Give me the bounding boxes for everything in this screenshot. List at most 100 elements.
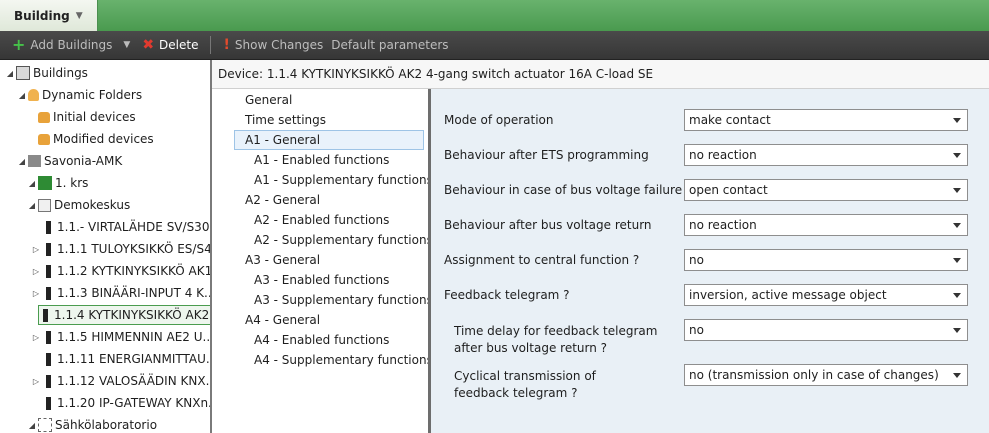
plus-icon: + (12, 35, 26, 54)
param-nav-item[interactable]: A4 - Enabled functions (254, 330, 389, 350)
param-nav-item[interactable]: A1 - Enabled functions (254, 150, 389, 170)
param-select[interactable]: make contact (684, 109, 968, 131)
tree-node[interactable]: Modified devices (26, 129, 154, 149)
param-select[interactable]: no reaction (684, 144, 968, 166)
param-label: Mode of operation (444, 113, 554, 127)
expanded-arrow-icon[interactable]: ◢ (4, 69, 16, 78)
parameter-panel: Mode of operation make contact Behaviour a… (431, 89, 989, 433)
dropdown-arrow-icon (953, 223, 961, 228)
param-nav-label: A4 - Supplementary functions (254, 353, 433, 367)
tree-node-label: 1.1.20 IP-GATEWAY KNXn... (57, 396, 212, 410)
collapsed-arrow-icon[interactable]: ▷ (30, 245, 42, 254)
param-nav-item[interactable]: A1 - General (234, 130, 424, 150)
tree-node[interactable]: Initial devices (26, 107, 136, 127)
tree-node[interactable]: 1.1.20 IP-GATEWAY KNXn... (30, 393, 212, 413)
param-select[interactable]: no (transmission only in case of changes… (684, 364, 968, 386)
folder-icon (38, 111, 50, 123)
param-nav-item[interactable]: A4 - General (245, 310, 320, 330)
dropdown-arrow-icon (953, 188, 961, 193)
param-nav-item[interactable]: A3 - Enabled functions (254, 270, 389, 290)
param-select[interactable]: inversion, active message object (684, 284, 968, 306)
collapsed-arrow-icon[interactable]: ▷ (30, 267, 42, 276)
tree-node-label: 1.1.1 TULOYKSIKKÖ ES/S4... (57, 242, 212, 256)
param-nav-item[interactable]: A3 - Supplementary functions (254, 290, 433, 310)
param-select[interactable]: no (684, 319, 968, 341)
room-icon (38, 198, 51, 212)
tree-node[interactable]: ◢ 1. krs (26, 173, 88, 193)
tree-node[interactable]: 1.1.- VIRTALÄHDE SV/S30... (30, 217, 210, 237)
param-nav-item[interactable]: A2 - Enabled functions (254, 210, 389, 230)
tree-node[interactable]: ▷ 1.1.2 KYTKINYKSIKKÖ AK1... (30, 261, 210, 281)
add-buildings-button[interactable]: + Add Buildings ▼ (12, 37, 130, 53)
tree-node[interactable]: ▷ 1.1.3 BINÄÄRI-INPUT 4 K... (30, 283, 210, 303)
param-label: Behaviour after ETS programming (444, 148, 649, 162)
tree-node[interactable]: ▷ 1.1.12 VALOSÄÄDIN KNX... (30, 371, 210, 391)
tree-node[interactable]: ◢ Dynamic Folders (16, 85, 142, 105)
toolbar: + Add Buildings ▼ ✖ Delete ! Show Change… (0, 31, 989, 60)
param-select-value: make contact (689, 113, 771, 127)
building-menu-button[interactable]: Building ▼ (0, 0, 98, 31)
param-nav-label: A1 - Enabled functions (254, 153, 390, 167)
device-icon (46, 374, 51, 388)
dropdown-arrow-icon (953, 258, 961, 263)
tree-node-label: Initial devices (53, 110, 136, 124)
param-nav-item[interactable]: A1 - Supplementary functions (254, 170, 433, 190)
add-buildings-label: Add Buildings (30, 38, 113, 52)
param-nav-item[interactable]: A4 - Supplementary functions (254, 350, 433, 370)
chevron-down-icon[interactable]: ▼ (123, 40, 130, 50)
tree-node[interactable]: ◢ Demokeskus (26, 195, 130, 215)
delete-button[interactable]: ✖ Delete (142, 37, 198, 53)
delete-label: Delete (159, 38, 199, 52)
building-tree: ◢ Buildings ◢ Dynamic Folders Initial device… (0, 60, 212, 433)
default-parameters-label: Default parameters (331, 38, 449, 52)
param-select-value: no reaction (689, 148, 757, 162)
param-nav-item[interactable]: A2 - Supplementary functions (254, 230, 433, 250)
floor-icon (38, 176, 52, 190)
show-changes-button[interactable]: ! Show Changes (223, 37, 323, 53)
expanded-arrow-icon[interactable]: ◢ (26, 179, 38, 188)
param-nav-label: A1 - General (245, 133, 321, 147)
dropdown-arrow-icon (953, 293, 961, 298)
expanded-arrow-icon[interactable]: ◢ (16, 157, 28, 166)
param-label: Behaviour after bus voltage return (444, 218, 652, 232)
tree-node[interactable]: ▷ 1.1.1 TULOYKSIKKÖ ES/S4... (30, 239, 212, 259)
device-header: Device: 1.1.4 KYTKINYKSIKKÖ AK2 4-gang s… (212, 60, 989, 89)
expanded-arrow-icon[interactable]: ◢ (26, 421, 38, 430)
tree-node[interactable]: ◢ Savonia-AMK (16, 151, 122, 171)
expanded-arrow-icon[interactable]: ◢ (26, 201, 38, 210)
param-select[interactable]: open contact (684, 179, 968, 201)
collapsed-arrow-icon[interactable]: ▷ (30, 333, 42, 342)
param-select[interactable]: no reaction (684, 214, 968, 236)
device-icon (46, 264, 51, 278)
collapsed-arrow-icon[interactable]: ▷ (30, 377, 42, 386)
tree-node[interactable]: ▷ 1.1.5 HIMMENNIN AE2 U... (30, 327, 210, 347)
lab-icon (38, 418, 52, 432)
param-nav-label: A3 - Enabled functions (254, 273, 390, 287)
param-nav-item[interactable]: General (245, 90, 292, 110)
collapsed-arrow-icon[interactable]: ▷ (30, 289, 42, 298)
param-nav-label: A2 - General (245, 193, 321, 207)
param-nav-label: Time settings (245, 113, 327, 127)
param-nav-item[interactable]: A2 - General (245, 190, 320, 210)
device-icon (46, 286, 51, 300)
param-nav-item[interactable]: Time settings (245, 110, 326, 130)
dropdown-arrow-icon (953, 153, 961, 158)
folder-icon (38, 133, 50, 145)
param-select-value: open contact (689, 183, 768, 197)
param-select[interactable]: no (684, 249, 968, 271)
param-nav-label: A4 - General (245, 313, 321, 327)
tree-node-label: 1.1.4 KYTKINYKSIKKÖ AK2... (54, 308, 212, 322)
tree-node[interactable]: 1.1.4 KYTKINYKSIKKÖ AK2... (38, 305, 212, 325)
param-nav-item[interactable]: A3 - General (245, 250, 320, 270)
expanded-arrow-icon[interactable]: ◢ (16, 91, 28, 100)
param-label: Assignment to central function ? (444, 253, 640, 267)
tree-node-label: Modified devices (53, 132, 154, 146)
tree-node[interactable]: ◢ Buildings (4, 63, 88, 83)
default-parameters-button[interactable]: Default parameters (331, 38, 448, 52)
tree-node[interactable]: ◢ Sähkölaboratorio (26, 415, 157, 433)
tree-node[interactable]: 1.1.11 ENERGIANMITTAU... (30, 349, 210, 369)
param-select-value: no reaction (689, 218, 757, 232)
param-label: Behaviour in case of bus voltage failure (444, 183, 683, 197)
device-icon (46, 220, 51, 234)
param-label: Time delay for feedback telegram after b… (454, 324, 658, 355)
